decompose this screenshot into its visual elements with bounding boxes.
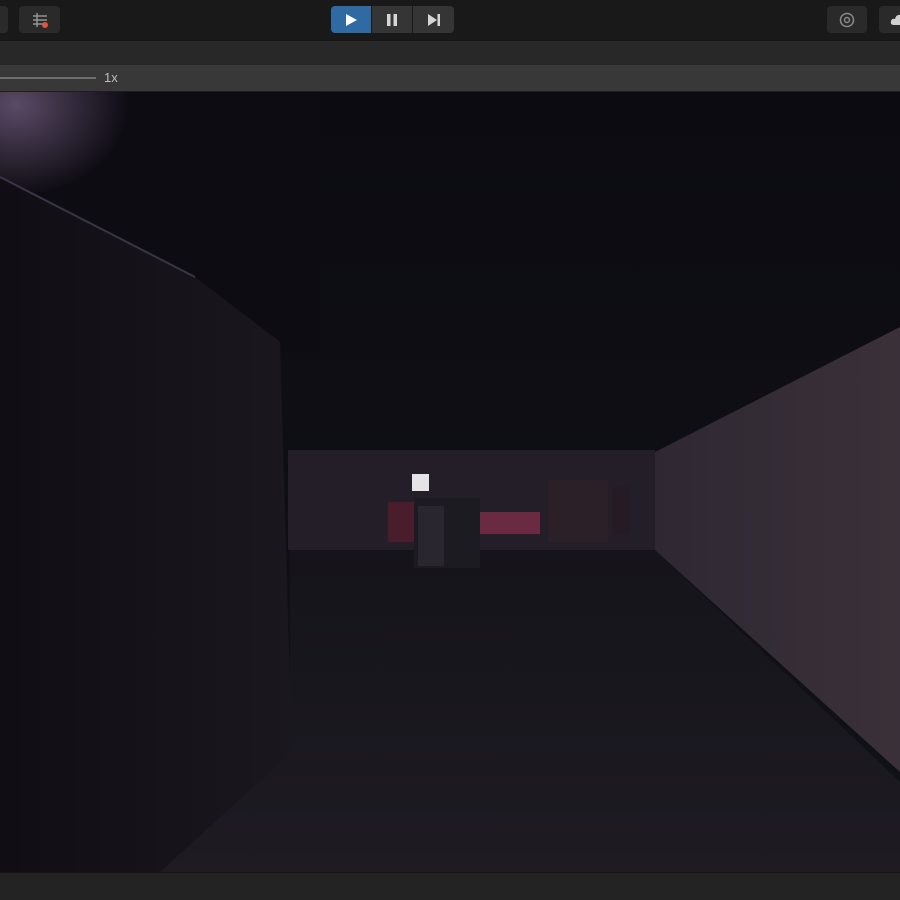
crosshair: [412, 474, 429, 491]
pause-button[interactable]: [372, 6, 412, 33]
play-icon: [344, 13, 358, 27]
layers-button[interactable]: [19, 6, 60, 33]
cloud-button[interactable]: [879, 6, 900, 33]
status-bar: [0, 872, 900, 900]
scale-slider[interactable]: [0, 77, 96, 79]
toolbar-left-button[interactable]: [0, 6, 8, 33]
view-tab-strip: [0, 40, 900, 65]
step-icon: [426, 13, 442, 27]
collab-button[interactable]: [827, 6, 867, 33]
play-button[interactable]: [331, 6, 371, 33]
game-view-header: 1x: [0, 65, 900, 92]
collab-icon: [838, 11, 856, 29]
main-toolbar: [0, 0, 900, 40]
pause-icon: [385, 13, 399, 27]
editor-window: 1x: [0, 0, 900, 900]
layers-icon: [31, 11, 49, 29]
scale-value-label: 1x: [104, 70, 118, 85]
step-button[interactable]: [413, 6, 454, 33]
cloud-icon: [890, 13, 900, 27]
game-viewport[interactable]: [0, 92, 900, 872]
scene-render: [0, 92, 900, 872]
